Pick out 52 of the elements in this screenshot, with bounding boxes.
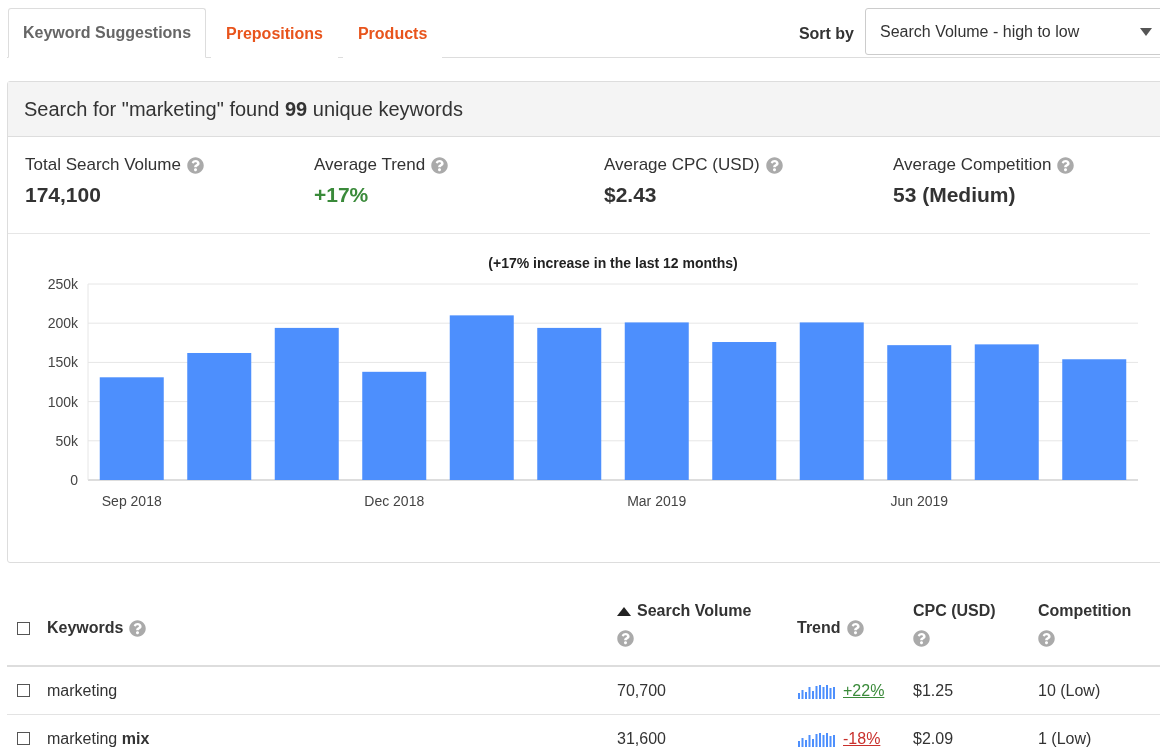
stat-label: Total Search Volume [25,155,181,175]
help-icon[interactable] [846,619,864,637]
axis-label: 150k [47,354,78,371]
column-header[interactable]: Search Volume [637,602,752,620]
keyword-cell-text: marketing [47,681,119,700]
help-icon[interactable] [617,630,634,647]
trend-link[interactable]: -18% [843,729,881,748]
sort-ascending-icon[interactable] [617,606,631,616]
help-icon[interactable] [431,156,449,174]
table-cell-text: 10 (Low) [1038,681,1102,700]
stat-value: $2.43 [604,183,658,207]
axis-label: Sep 2018 [101,493,162,509]
help-icon[interactable] [129,619,147,637]
checkbox[interactable] [17,684,30,697]
sort-label: Sort by [798,24,854,43]
stat-value: 174,100 [25,183,102,207]
axis-label: 200k [47,315,78,332]
axis-label: 50k [55,432,78,449]
table-cell-text: 70,700 [617,681,667,700]
stat-value: +17% [314,183,370,207]
help-icon[interactable] [765,156,783,174]
help-icon[interactable] [1038,630,1055,647]
trend-link[interactable]: +22% [843,681,885,700]
axis-label: Mar 2019 [627,493,687,509]
table-cell-text: 1 (Low) [1038,729,1093,748]
tab[interactable]: Keyword Suggestions [8,8,207,58]
column-header[interactable]: Competition [1038,602,1132,620]
chart-title: (+17% increase in the last 12 months) [488,255,738,271]
table-cell-text: $1.25 [913,681,955,700]
axis-label: 0 [70,472,78,488]
axis-label: 250k [47,276,78,292]
keyword-cell-text: marketing mix [47,729,151,748]
stat-value: 53 (Medium) [893,183,1017,207]
checkbox[interactable] [17,732,30,745]
axis-label: 100k [47,393,78,410]
axis-label: Jun 2019 [890,493,949,509]
column-header[interactable]: Trend [797,619,841,637]
help-icon[interactable] [1057,156,1075,174]
column-header[interactable]: CPC (USD) [913,602,996,620]
axis-label: Dec 2018 [364,493,425,509]
column-header[interactable]: Keywords [47,619,124,637]
sort-dropdown[interactable]: Search Volume - high to low [865,8,1160,55]
stat-label: Average CPC (USD) [604,155,760,175]
caret-icon [1140,27,1152,36]
stat-label: Average Competition [893,155,1052,175]
help-icon[interactable] [913,630,930,647]
table-cell-text: 31,600 [617,729,667,748]
help-icon[interactable] [186,156,204,174]
checkbox[interactable] [17,621,30,635]
stat-label: Average Trend [314,155,426,175]
table-cell-text: $2.09 [913,729,955,748]
summary-headline: Search for "marketing" found 99 unique keywords [24,97,463,121]
